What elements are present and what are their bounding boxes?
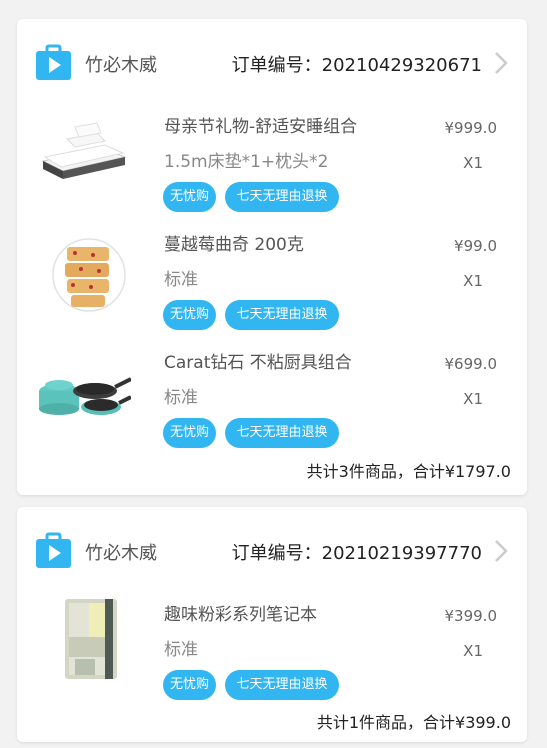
seven-day-return-tag: 七天无理由退换 (225, 418, 339, 448)
item-spec: 标准 (164, 270, 198, 290)
item-title: 蔓越莓曲奇 200克 (164, 235, 304, 255)
order-header[interactable]: 竹必木威 订单编号：20210429320671 (17, 19, 527, 105)
worry-free-tag: 无忧购 (163, 182, 216, 212)
worry-free-tag: 无忧购 (163, 300, 216, 330)
chevron-right-icon[interactable] (493, 539, 509, 563)
item-price: ¥99.0 (454, 237, 497, 255)
item-quantity: X1 (463, 154, 483, 172)
seven-day-return-tag: 七天无理由退换 (225, 182, 339, 212)
order-item[interactable]: 趣味粉彩系列笔记本 标准 无忧购 七天无理由退换 ¥399.0 X1 (17, 597, 527, 715)
bedding-set-image (41, 122, 127, 179)
worry-free-tag: 无忧购 (163, 670, 216, 700)
item-quantity: X1 (463, 272, 483, 290)
order-item[interactable]: Carat钻石 不粘厨具组合 标准 无忧购 七天无理由退换 ¥699.0 X1 (17, 345, 527, 463)
shop-name: 竹必木威 (85, 543, 157, 564)
seven-day-return-tag: 七天无理由退换 (225, 670, 339, 700)
item-price: ¥999.0 (444, 119, 498, 137)
item-title: Carat钻石 不粘厨具组合 (164, 353, 352, 373)
order-summary: 共计3件商品，合计¥1797.0 (306, 462, 511, 481)
item-price: ¥399.0 (444, 607, 498, 625)
cookie-plate-image (52, 238, 126, 312)
chevron-right-icon[interactable] (493, 51, 509, 75)
item-quantity: X1 (463, 390, 483, 408)
order-number: 订单编号：20210429320671 (231, 55, 482, 76)
order-number: 订单编号：20210219397770 (231, 543, 482, 564)
order-summary: 共计1件商品，合计¥399.0 (316, 713, 511, 732)
shop-name: 竹必木威 (85, 55, 157, 76)
order-item[interactable]: 母亲节礼物-舒适安睡组合 1.5m床垫*1+枕头*2 无忧购 七天无理由退换 ¥… (17, 109, 527, 227)
item-title: 母亲节礼物-舒适安睡组合 (164, 117, 358, 137)
worry-free-tag: 无忧购 (163, 418, 216, 448)
item-quantity: X1 (463, 642, 483, 660)
order-card[interactable]: 竹必木威 订单编号：20210429320671 母亲节礼物-舒适安睡组合 1.… (17, 19, 527, 495)
notebook-image (65, 599, 117, 679)
play-bag-icon (36, 44, 71, 80)
order-item[interactable]: 蔓越莓曲奇 200克 标准 无忧购 七天无理由退换 ¥99.0 X1 (17, 227, 527, 345)
seven-day-return-tag: 七天无理由退换 (225, 300, 339, 330)
item-price: ¥699.0 (444, 355, 498, 373)
order-header[interactable]: 竹必木威 订单编号：20210219397770 (17, 507, 527, 593)
cookware-set-image (39, 377, 131, 415)
item-spec: 1.5m床垫*1+枕头*2 (164, 152, 329, 172)
play-bag-icon (36, 532, 71, 568)
item-title: 趣味粉彩系列笔记本 (164, 605, 317, 625)
order-card[interactable]: 竹必木威 订单编号：20210219397770 趣味粉彩系列笔记本 标准 无忧… (17, 507, 527, 742)
item-spec: 标准 (164, 640, 198, 660)
item-spec: 标准 (164, 388, 198, 408)
